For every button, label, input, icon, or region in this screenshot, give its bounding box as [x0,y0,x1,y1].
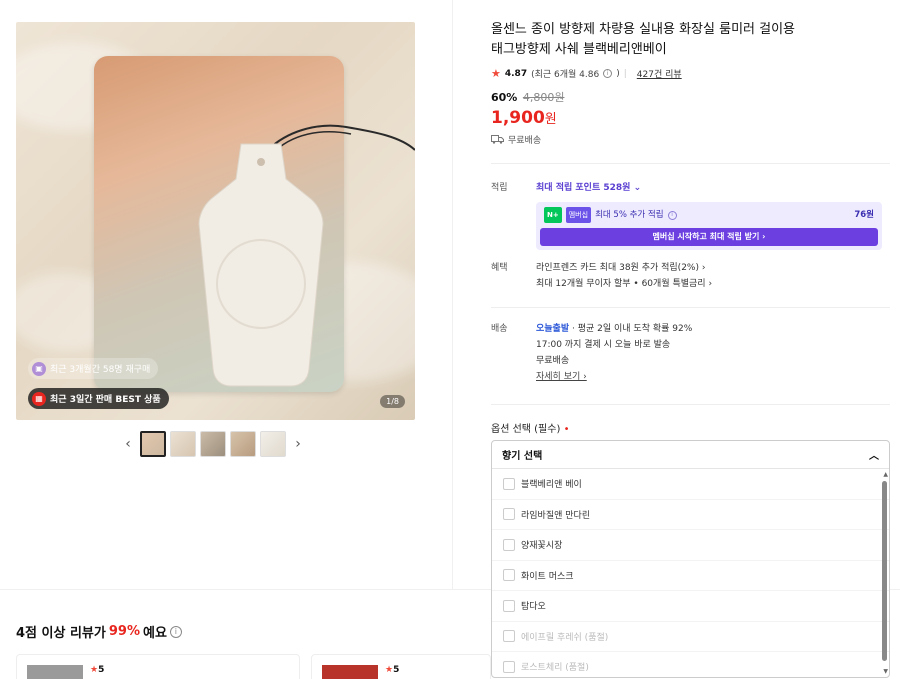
review-count-link[interactable]: 427건 리뷰 [637,67,682,80]
checkbox[interactable] [503,599,515,612]
dropdown-header[interactable]: 향기 선택 ︿ [492,441,889,469]
product-title: 올센느 종이 방향제 차량용 실내용 화장실 룸미러 걸이용 태그방향제 사쉐 … [491,22,796,57]
gift-icon: ▦ [32,391,46,406]
thumbnail-strip: ‹ › [120,431,306,457]
today-dispatch: 오늘출발 [536,324,570,334]
np-extra-text: 최대 5% 추가 적립 [595,210,664,220]
benefit-section: 혜택 라인프렌즈 카드 최대 38원 추가 적립(2%) › 최대 12개월 무… [491,260,890,296]
scroll-down-icon[interactable]: ▼ [883,668,888,675]
membership-chip: 멤버십 [565,207,592,223]
checkbox[interactable] [503,538,515,551]
info-icon[interactable]: i [667,210,677,220]
option-item[interactable]: 양재꽃시장 [492,530,889,561]
option-item[interactable]: 화이트 머스크 [492,561,889,591]
max-points-toggle[interactable]: 최대 적립 포인트 528원 ⌄ [536,180,890,196]
checkbox[interactable] [503,569,515,582]
image-counter: 1/8 [380,395,405,408]
review-thumbnail [27,665,83,679]
option-item-soldout: 에이프릴 후레쉬 (품절) [492,622,889,652]
option-item[interactable]: 라임바질앤 만다린 [492,500,889,530]
review-card[interactable]: ★5 [16,654,300,679]
checkbox [503,660,515,673]
truck-icon [491,135,504,144]
installment-link[interactable]: 최대 12개월 무이자 할부 • 60개월 특별금리 › [536,276,890,292]
rating-value: 4.87 [504,68,528,79]
thumbnail-2[interactable] [170,431,196,457]
np-amount: 76원 [854,210,874,220]
product-info: 올센느 종이 방향제 차량용 실내용 화장실 룸미러 걸이용 태그방향제 사쉐 … [491,20,891,146]
shipping-row: 무료배송 [491,133,891,146]
checkbox[interactable] [503,508,515,521]
review-thumbnail [322,665,378,679]
dropdown-scrollbar[interactable] [882,481,887,661]
checkbox [503,630,515,643]
cart-icon: ▣ [32,361,46,376]
sale-price: 1,900원 [491,108,557,128]
product-main-image[interactable]: ▣ 최근 3개월간 58명 재구매 ▦ 최근 3일간 판매 BEST 상품 1/… [16,22,415,420]
info-icon[interactable]: i [169,625,182,638]
review-card[interactable]: ★5 [311,654,491,679]
thumbnail-1[interactable] [140,431,166,457]
divider [491,307,890,308]
delivery-section: 배송 오늘출발 · 평균 2일 이내 도착 확률 92% 17:00 까지 결제… [491,321,890,391]
column-divider [452,0,453,590]
info-icon[interactable]: i [603,69,613,78]
rating-row: ★ 4.87 (최근 6개월 4.86 i) | 427건 리뷰 [491,67,682,80]
product-page: ▣ 최근 3개월간 58명 재구매 ▦ 최근 3일간 판매 BEST 상품 1/… [0,0,900,679]
restock-badge: ▣ 최근 3개월간 58명 재구매 [28,358,159,379]
option-list: 블랙베리앤 베이 라임바질앤 만다린 양재꽃시장 화이트 머스크 탐다오 에이프… [492,469,889,677]
delivery-detail-link[interactable]: 자세히 보기 › [536,369,890,385]
rating-recent: (최근 6개월 4.86 [531,70,600,80]
divider [491,404,890,405]
points-section: 적립 최대 적립 포인트 528원 ⌄ N+ 멤버십 최대 5% 추가 적립 i… [491,180,890,250]
checkbox[interactable] [503,477,515,490]
paper-tag-graphic [198,143,324,387]
review-summary-heading: 4점 이상 리뷰가 99% 예요 i [16,622,182,641]
original-price: 4,800원 [522,91,565,104]
discount-rate: 60% [491,91,518,104]
option-item[interactable]: 블랙베리앤 베이 [492,469,889,500]
divider [491,163,890,164]
thumbnail-4[interactable] [230,431,256,457]
star-icon: ★ [385,665,394,675]
chevron-up-icon[interactable]: ︿ [869,447,879,462]
card-benefit-link[interactable]: 라인프렌즈 카드 최대 38원 추가 적립(2%) › [536,260,890,276]
option-item[interactable]: 탐다오 [492,591,889,622]
discount-row: 60% 4,800원 [491,89,891,105]
naverplus-chip: N+ [544,207,562,223]
thumbnail-3[interactable] [200,431,226,457]
best-badge: ▦ 최근 3일간 판매 BEST 상품 [28,388,169,409]
star-icon: ★ [90,665,99,675]
thumb-prev-button[interactable]: ‹ [120,436,136,452]
scent-dropdown[interactable]: 향기 선택 ︿ 블랙베리앤 베이 라임바질앤 만다린 양재꽃시장 화이트 머스크… [491,440,890,678]
option-item-soldout: 로스트체리 (품절) [492,652,889,677]
star-icon: ★ [491,67,501,80]
membership-start-button[interactable]: 멤버십 시작하고 최대 적립 받기 › [540,228,878,246]
option-label: 옵션 선택 (필수) • [491,424,570,435]
scroll-up-icon[interactable]: ▲ [883,471,888,478]
thumbnail-5[interactable] [260,431,286,457]
thumb-next-button[interactable]: › [290,436,306,452]
naverplus-box: N+ 멤버십 최대 5% 추가 적립 i 76원 멤버십 시작하고 최대 적립 … [536,202,882,250]
